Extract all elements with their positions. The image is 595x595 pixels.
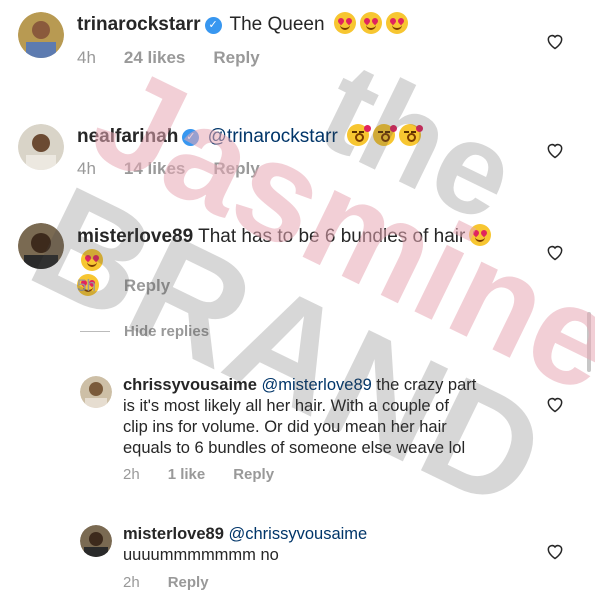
reply-body-line: equals to 6 bundles of someone else weav… bbox=[123, 439, 466, 457]
comment-body: That has to be 6 bundles of hair bbox=[198, 226, 466, 247]
heart-eyes-emoji bbox=[359, 12, 382, 34]
timestamp: 2h bbox=[123, 574, 140, 591]
username[interactable]: misterlove89 bbox=[77, 226, 193, 247]
timestamp: 5h bbox=[77, 276, 96, 295]
heart-outline-icon[interactable] bbox=[545, 541, 565, 561]
comment-meta: 4h 14 likes Reply bbox=[77, 159, 288, 179]
username[interactable]: chrissyvousaime bbox=[123, 376, 257, 394]
heart-outline-icon[interactable] bbox=[545, 242, 565, 262]
reply-button[interactable]: Reply bbox=[233, 466, 274, 483]
username[interactable]: trinarockstarr bbox=[77, 14, 201, 35]
verified-badge-icon: ✓ bbox=[182, 129, 200, 146]
comment-meta: 2h Reply bbox=[123, 574, 237, 591]
face-blowing-kiss-emoji bbox=[399, 124, 424, 146]
comment-text: trinarockstarr ✓ The Queen bbox=[77, 12, 408, 37]
watermark-line-3: BRAND bbox=[8, 154, 568, 542]
comment-text: nealfarinah ✓ @trinarockstarr bbox=[77, 124, 424, 149]
reply-button[interactable]: Reply bbox=[213, 159, 259, 178]
divider bbox=[80, 331, 110, 332]
heart-outline-icon[interactable] bbox=[545, 31, 565, 51]
avatar[interactable] bbox=[18, 124, 64, 170]
heart-eyes-emoji bbox=[81, 249, 103, 271]
heart-eyes-emoji bbox=[385, 12, 408, 34]
avatar[interactable] bbox=[18, 223, 64, 269]
face-blowing-kiss-emoji bbox=[373, 124, 398, 146]
reply-button[interactable]: Reply bbox=[213, 48, 259, 67]
comment-body: The Queen bbox=[229, 14, 325, 35]
reply-button[interactable]: Reply bbox=[124, 276, 170, 295]
reply-body-line: uuuummmmmmm no bbox=[123, 546, 279, 564]
mention-link[interactable]: @misterlove89 bbox=[262, 376, 372, 394]
reply-text: misterlove89 @chrissyvousaime uuuummmmmm… bbox=[123, 524, 523, 566]
verified-badge-icon: ✓ bbox=[204, 17, 222, 34]
comment-meta: 4h 24 likes Reply bbox=[77, 48, 288, 68]
username[interactable]: nealfarinah bbox=[77, 126, 178, 147]
reply-text: chrissyvousaime @misterlove89 the crazy … bbox=[123, 375, 523, 459]
reply-body-line: the crazy part bbox=[371, 376, 477, 394]
heart-outline-icon[interactable] bbox=[545, 140, 565, 160]
mention-link[interactable]: @chrissyvousaime bbox=[229, 525, 368, 543]
scrollbar[interactable] bbox=[587, 312, 591, 372]
heart-eyes-emoji bbox=[469, 224, 492, 246]
reply-body-line: clip ins for volume. Or did you mean her… bbox=[123, 418, 447, 436]
avatar[interactable] bbox=[80, 376, 112, 408]
mention-link[interactable]: @trinarockstarr bbox=[208, 126, 338, 147]
avatar[interactable] bbox=[18, 12, 64, 58]
face-blowing-kiss-emoji bbox=[347, 124, 372, 146]
likes-count[interactable]: 14 likes bbox=[124, 159, 185, 178]
reply-body-line: is it's most likely all her hair. With a… bbox=[123, 397, 449, 415]
hide-replies-label: Hide replies bbox=[124, 323, 210, 340]
timestamp: 4h bbox=[77, 159, 96, 178]
likes-count[interactable]: 1 like bbox=[168, 466, 206, 483]
username[interactable]: misterlove89 bbox=[123, 525, 224, 543]
timestamp: 4h bbox=[77, 48, 96, 67]
hide-replies-button[interactable]: Hide replies bbox=[80, 323, 209, 340]
heart-eyes-emoji bbox=[333, 12, 356, 34]
timestamp: 2h bbox=[123, 466, 140, 483]
likes-count[interactable]: 24 likes bbox=[124, 48, 185, 67]
reply-button[interactable]: Reply bbox=[168, 574, 209, 591]
heart-outline-icon[interactable] bbox=[545, 394, 565, 414]
comment-meta: 5h Reply bbox=[77, 276, 198, 296]
avatar[interactable] bbox=[80, 525, 112, 557]
comment-meta: 2h 1 like Reply bbox=[123, 466, 302, 483]
